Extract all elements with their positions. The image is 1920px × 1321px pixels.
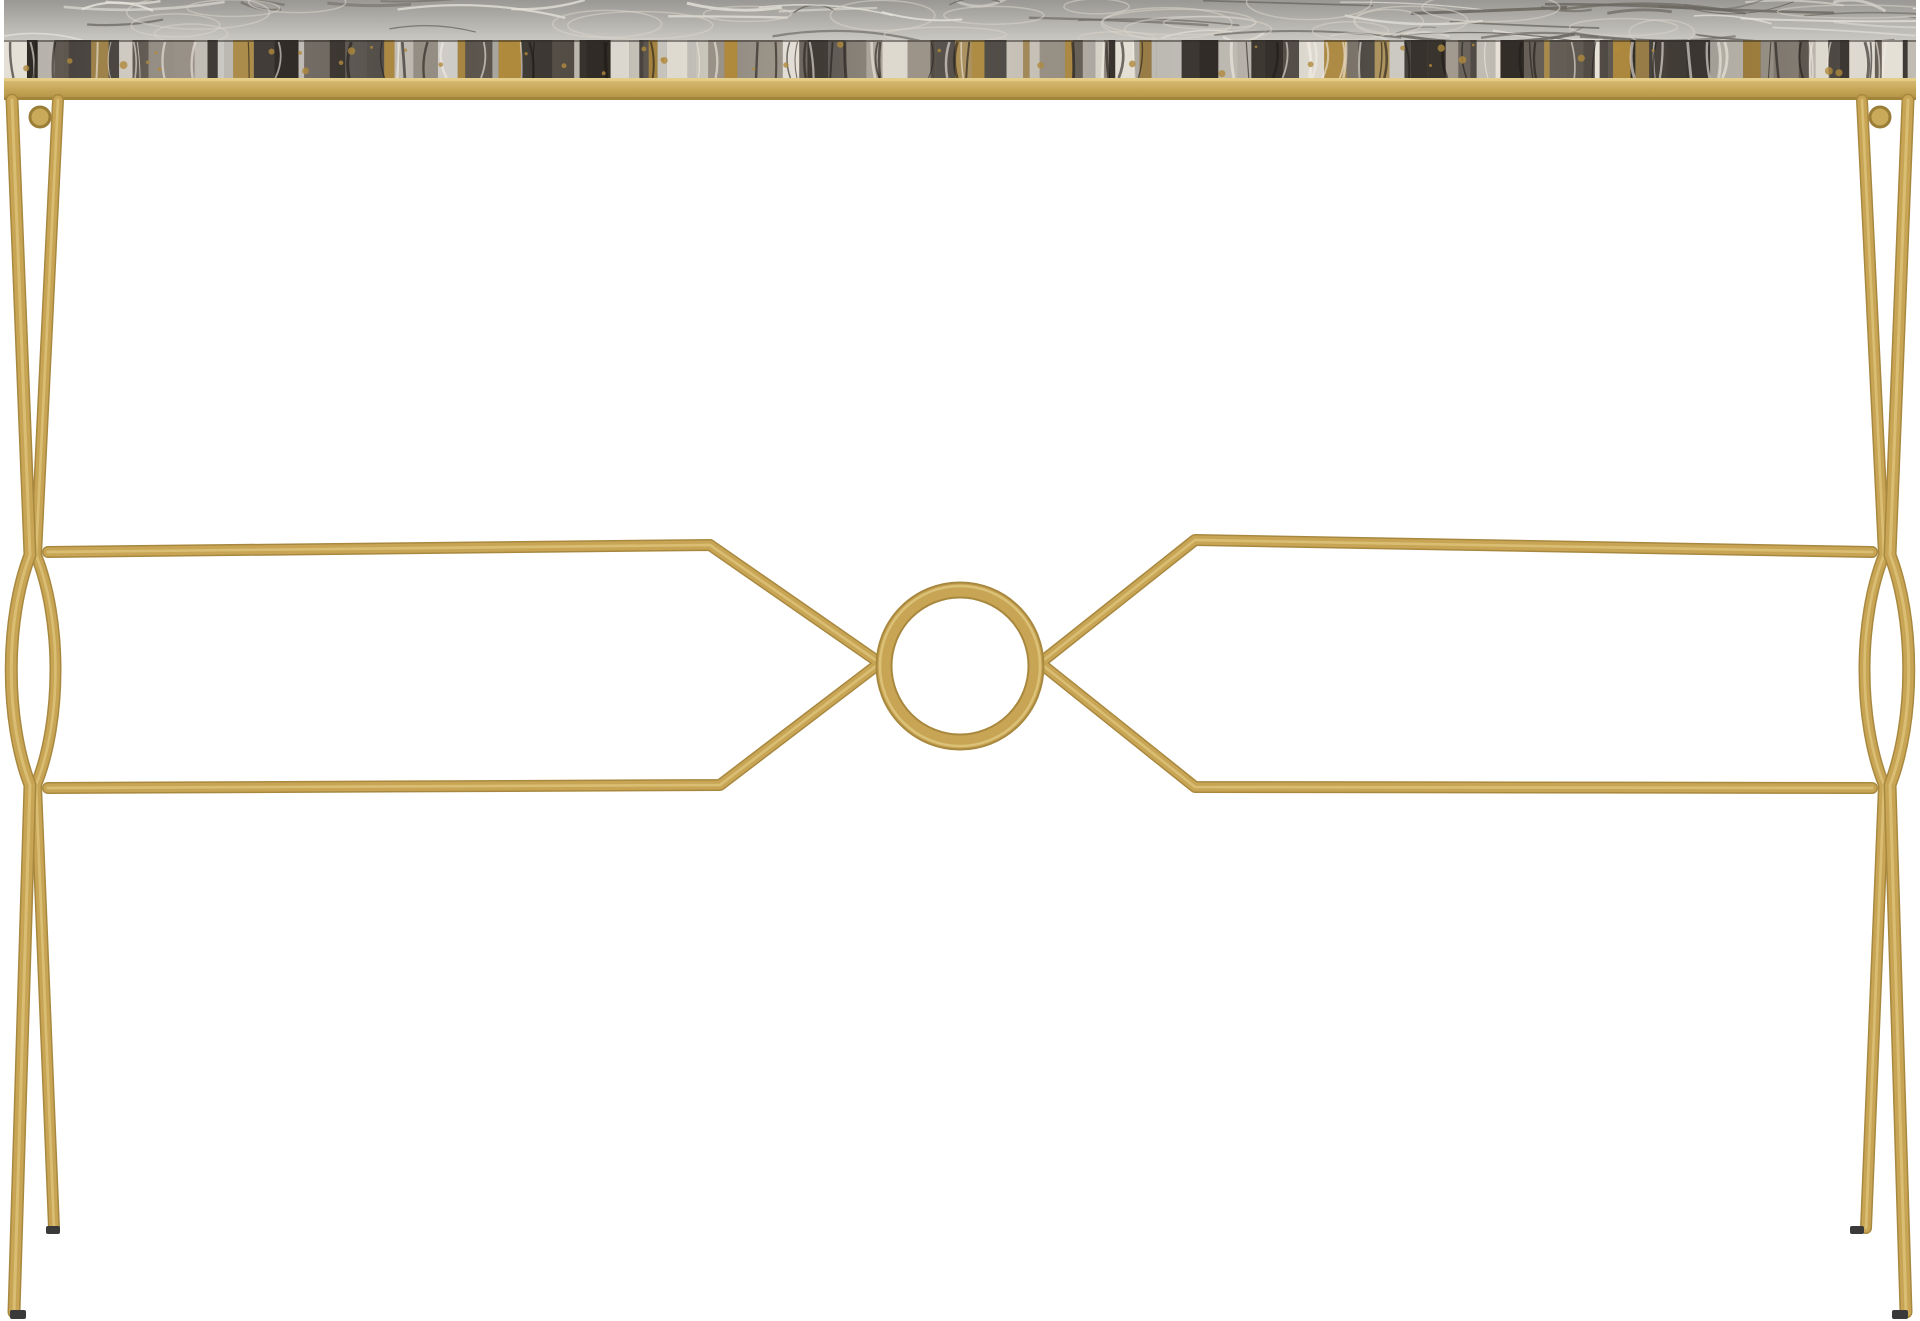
right-back-foot xyxy=(1850,1226,1864,1234)
apron-frame xyxy=(4,78,1916,100)
left-back-foot xyxy=(46,1226,60,1234)
tabletop-surface xyxy=(4,0,1916,40)
tabletop-edge xyxy=(4,40,1916,78)
right-corner-bracket xyxy=(1868,105,1892,129)
left-leg xyxy=(4,93,64,1319)
stretcher-with-ring xyxy=(42,534,1878,794)
left-corner-bracket xyxy=(28,105,52,129)
product-photo xyxy=(0,0,1920,1321)
right-leg xyxy=(1856,93,1916,1319)
right-front-foot xyxy=(1892,1310,1908,1319)
console-table-illustration xyxy=(4,0,1916,1319)
left-front-foot xyxy=(10,1310,26,1319)
